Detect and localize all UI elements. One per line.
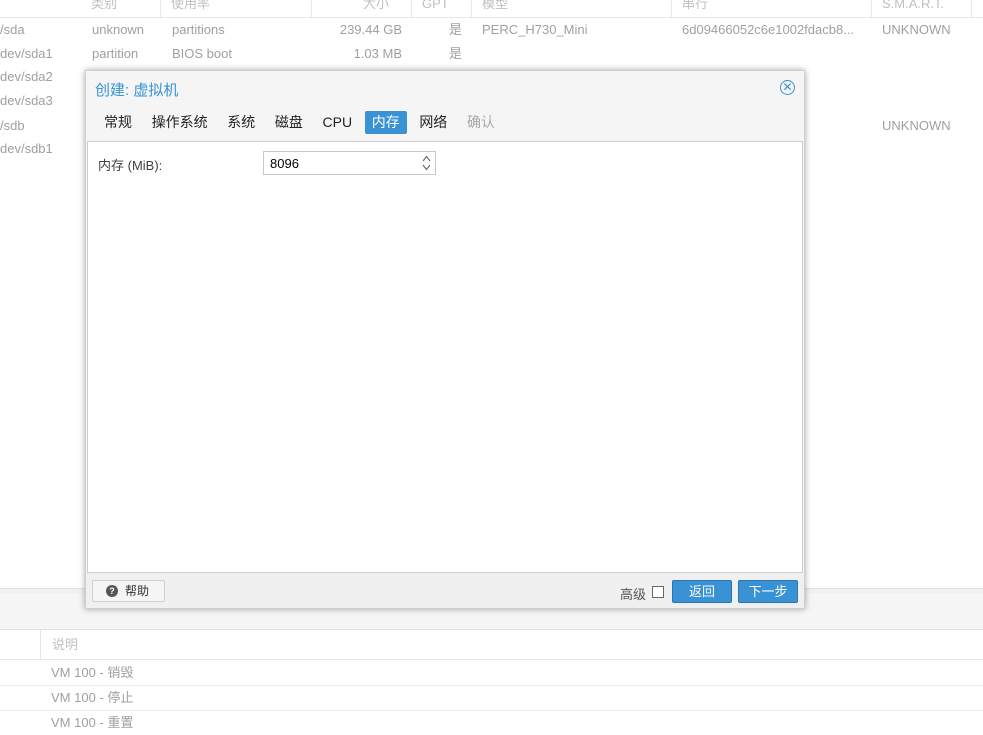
advanced-label: 高级 bbox=[620, 587, 647, 602]
header-type[interactable]: 类别 bbox=[81, 0, 161, 17]
next-button[interactable]: 下一步 bbox=[738, 580, 798, 603]
back-button[interactable]: 返回 bbox=[672, 580, 732, 603]
header-smart[interactable]: S.M.A.R.T. bbox=[872, 0, 972, 17]
task-row[interactable]: VM 100 - 停止 bbox=[51, 685, 133, 710]
tab-general[interactable]: 常规 bbox=[97, 111, 139, 134]
size-cell: 1.03 MB bbox=[353, 46, 402, 61]
device-cell: /sda bbox=[0, 22, 25, 37]
memory-input[interactable] bbox=[264, 152, 426, 174]
wizard-tabs: 常规 操作系统 系统 磁盘 CPU 内存 网络 确认 bbox=[97, 111, 504, 135]
serial-cell: 6d09466052c6e1002fdacb8... bbox=[682, 22, 855, 37]
task-log-panel: 说明 VM 100 - 销毁 VM 100 - 停止 VM 100 - 重置 bbox=[0, 593, 983, 730]
header-model[interactable]: 模型 bbox=[472, 0, 672, 17]
header-size[interactable]: 大小 bbox=[312, 0, 412, 17]
tab-system[interactable]: 系统 bbox=[220, 111, 262, 134]
gpt-cell: 是 bbox=[448, 46, 462, 61]
tab-os[interactable]: 操作系统 bbox=[145, 111, 215, 134]
dialog-title: 创建: 虚拟机 bbox=[95, 82, 179, 99]
task-row[interactable]: VM 100 - 销毁 bbox=[51, 660, 133, 685]
close-icon[interactable]: ✕ bbox=[780, 80, 795, 95]
disk-row[interactable]: /sda unknown partitions 239.44 GB 是 PERC… bbox=[0, 18, 983, 42]
dialog-footer: ? 帮助 高级 返回 下一步 bbox=[86, 573, 804, 608]
size-cell: 239.44 GB bbox=[339, 22, 402, 37]
chevron-up-icon[interactable] bbox=[422, 154, 431, 163]
row-divider bbox=[0, 685, 983, 686]
device-cell: dev/sdb1 bbox=[0, 141, 53, 156]
question-circle-icon: ? bbox=[106, 585, 118, 597]
chevron-down-icon[interactable] bbox=[422, 163, 431, 172]
disk-grid-header: 类别 使用率 大小 GPT 模型 串行 S.M.A.R.T. bbox=[0, 0, 983, 18]
tab-cpu[interactable]: CPU bbox=[316, 111, 360, 134]
memory-panel: 内存 (MiB): bbox=[87, 141, 803, 573]
memory-label: 内存 (MiB): bbox=[98, 158, 163, 173]
device-cell: /sdb bbox=[0, 118, 25, 133]
advanced-checkbox[interactable] bbox=[652, 586, 664, 598]
type-cell: partition bbox=[92, 46, 139, 61]
help-label: 帮助 bbox=[125, 584, 150, 598]
smart-cell: UNKNOWN bbox=[882, 22, 951, 37]
usage-cell: partitions bbox=[172, 22, 225, 37]
tab-memory[interactable]: 内存 bbox=[364, 111, 407, 134]
type-cell: unknown bbox=[92, 22, 145, 37]
spinner-arrows bbox=[417, 152, 435, 174]
header-description[interactable]: 说明 bbox=[40, 630, 78, 659]
gpt-cell: 是 bbox=[448, 22, 462, 37]
help-button[interactable]: ? 帮助 bbox=[92, 580, 165, 602]
task-row[interactable]: VM 100 - 重置 bbox=[51, 710, 133, 735]
smart-cell: UNKNOWN bbox=[882, 118, 951, 133]
device-cell: dev/sda3 bbox=[0, 93, 53, 108]
disk-row[interactable]: dev/sda1 partition BIOS boot 1.03 MB 是 bbox=[0, 42, 983, 66]
create-vm-dialog: 创建: 虚拟机 ✕ 常规 操作系统 系统 磁盘 CPU 内存 网络 确认 内存 … bbox=[85, 70, 805, 609]
tab-confirm: 确认 bbox=[466, 114, 495, 130]
header-gpt[interactable]: GPT bbox=[412, 0, 472, 17]
device-cell: dev/sda2 bbox=[0, 69, 53, 84]
model-cell: PERC_H730_Mini bbox=[482, 22, 588, 37]
tab-disk[interactable]: 磁盘 bbox=[268, 111, 310, 134]
header-usage[interactable]: 使用率 bbox=[161, 0, 312, 17]
header-serial[interactable]: 串行 bbox=[672, 0, 872, 17]
tab-network[interactable]: 网络 bbox=[412, 111, 454, 134]
memory-stepper[interactable] bbox=[263, 151, 436, 175]
task-log-header: 说明 bbox=[0, 630, 983, 660]
usage-cell: BIOS boot bbox=[172, 46, 232, 61]
row-divider bbox=[0, 710, 983, 711]
device-cell: dev/sda1 bbox=[0, 46, 53, 61]
